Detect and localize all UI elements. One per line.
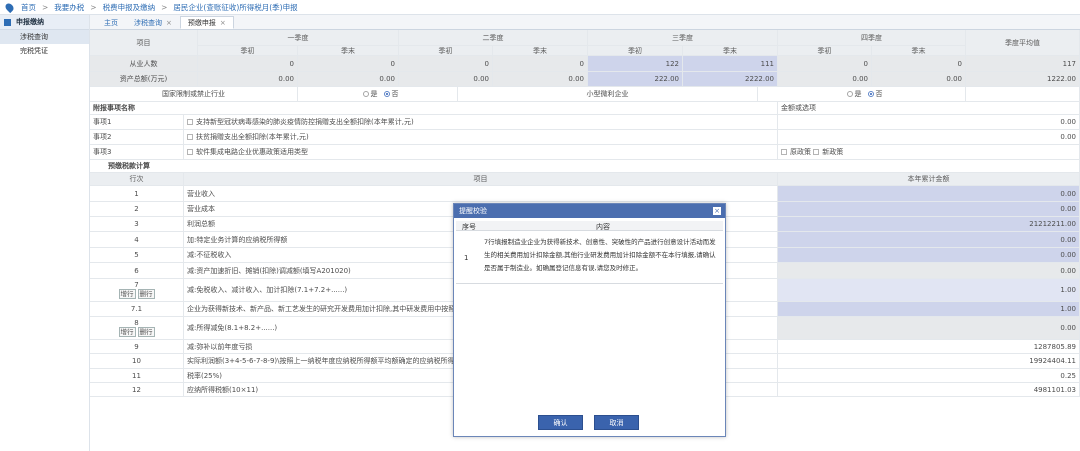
sidebar-header[interactable]: 申报缴纳 (0, 15, 89, 30)
breadcrumb-separator: > (161, 2, 168, 12)
confirm-button[interactable]: 确认 (538, 415, 583, 430)
sidebar-item-label: 涉税查询 (20, 33, 48, 41)
breadcrumb-tax[interactable]: 我要办税 (54, 2, 84, 13)
tab-label: 预缴申报 (187, 18, 216, 27)
tab-tax-query[interactable]: 涉税查询 × (126, 16, 180, 29)
cancel-button[interactable]: 取消 (594, 415, 639, 430)
dialog-title: 提醒校验 (459, 207, 487, 215)
sidebar: 申报缴纳 涉税查询 完税凭证 (0, 15, 90, 451)
breadcrumb-separator: > (42, 2, 49, 12)
dialog-message: 7行填报制造业企业为获得新技术、创意性、突破性的产品进行创意设计活动而发生的相关… (484, 238, 716, 272)
sidebar-item-tax-query[interactable]: 涉税查询 (0, 30, 89, 44)
sidebar-title: 申报缴纳 (16, 18, 44, 26)
sidebar-item-label: 完税凭证 (20, 47, 48, 55)
breadcrumb-separator: > (90, 2, 97, 12)
dialog-table-header: 序号 内容 (456, 221, 723, 231)
breadcrumb-filing[interactable]: 税费申报及缴纳 (103, 2, 156, 13)
dialog-header: 提醒校验 (454, 204, 725, 218)
tab-prepayment[interactable]: 预缴申报 × (179, 16, 234, 29)
location-pin-icon (3, 1, 16, 13)
dialog-row-no: 1 (464, 254, 469, 262)
dialog-table-row: 1 7行填报制造业企业为获得新技术、创意性、突破性的产品进行创意设计活动而发生的… (456, 232, 723, 284)
dialog-col-no: 序号 (462, 223, 476, 231)
sidebar-item-certificate[interactable]: 完税凭证 (0, 44, 89, 58)
close-icon[interactable]: × (166, 19, 172, 27)
breadcrumb: 首页 > 我要办税 > 税费申报及缴纳 > 居民企业(查账征收)所得税月(季)申… (0, 0, 1080, 15)
tab-home[interactable]: 主页 (96, 16, 126, 29)
tab-bar: 主页 涉税查询 × 预缴申报 × (90, 15, 1080, 30)
reminder-dialog: 提醒校验 × 序号 内容 1 7行填报制造业企业为获得新技术、创意性、突破性的产… (453, 203, 726, 437)
menu-square-icon (4, 18, 11, 26)
tab-label: 涉税查询 (134, 18, 162, 27)
close-icon[interactable]: × (220, 19, 226, 27)
breadcrumb-home[interactable]: 首页 (21, 2, 36, 13)
close-icon[interactable]: × (713, 207, 721, 215)
dialog-col-content: 内容 (596, 223, 610, 231)
breadcrumb-current: 居民企业(查账征收)所得税月(季)申报 (173, 2, 298, 12)
tab-label: 主页 (104, 18, 118, 27)
